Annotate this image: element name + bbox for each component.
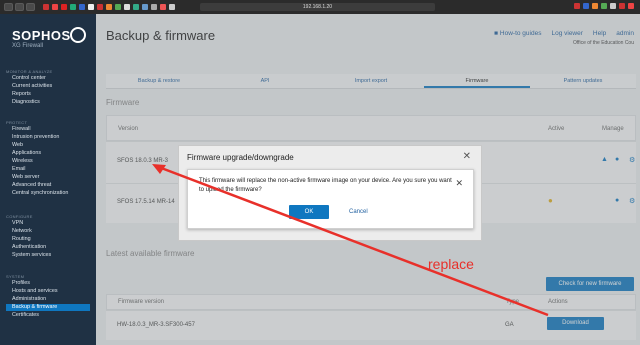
bookmark-icon[interactable] [97, 4, 103, 10]
section-protect: PROTECT [6, 120, 28, 125]
close-icon[interactable]: ✕ [463, 151, 471, 162]
bookmark-icon[interactable] [151, 4, 157, 10]
extension-icon[interactable] [628, 3, 634, 9]
sidebar-item-vpn[interactable]: VPN [12, 220, 96, 227]
bookmark-icon[interactable] [133, 4, 139, 10]
sidebar-item-hosts-services[interactable]: Hosts and services [12, 288, 96, 295]
annotation-label: replace [428, 256, 474, 272]
sidebar-item-central-sync[interactable]: Central synchronization [12, 190, 96, 197]
sidebar-toggle-button[interactable] [26, 3, 35, 11]
dialog-title: Firmware upgrade/downgrade [187, 153, 294, 162]
sidebar-item-administration[interactable]: Administration [12, 296, 96, 303]
bookmark-icon[interactable] [115, 4, 121, 10]
sidebar-item-network[interactable]: Network [12, 228, 96, 235]
bookmark-icon[interactable] [142, 4, 148, 10]
close-icon[interactable]: ✕ [455, 178, 463, 189]
sidebar: SOPHOS XG Firewall MONITOR & ANALYZE Con… [0, 14, 96, 345]
bookmark-bar [43, 4, 175, 10]
sidebar-item-profiles[interactable]: Profiles [12, 280, 96, 287]
bookmark-icon[interactable] [70, 4, 76, 10]
bookmark-icon[interactable] [169, 4, 175, 10]
bookmark-icon[interactable] [88, 4, 94, 10]
extension-icon[interactable] [574, 3, 580, 9]
extension-icon[interactable] [592, 3, 598, 9]
bookmark-icon[interactable] [106, 4, 112, 10]
sidebar-item-web-server[interactable]: Web server [12, 174, 96, 181]
section-monitor: MONITOR & ANALYZE [6, 69, 53, 74]
extension-icon[interactable] [583, 3, 589, 9]
sidebar-item-email[interactable]: Email [12, 166, 96, 173]
sidebar-item-authentication[interactable]: Authentication [12, 244, 96, 251]
section-system: SYSTEM [6, 274, 25, 279]
sidebar-item-system-services[interactable]: System services [12, 252, 96, 259]
section-configure: CONFIGURE [6, 214, 33, 219]
sidebar-item-control-center[interactable]: Control center [12, 75, 96, 82]
bookmark-icon[interactable] [61, 4, 67, 10]
bookmark-icon[interactable] [43, 4, 49, 10]
bookmark-icon[interactable] [79, 4, 85, 10]
sidebar-item-wireless[interactable]: Wireless [12, 158, 96, 165]
bookmark-icon[interactable] [160, 4, 166, 10]
sidebar-item-web[interactable]: Web [12, 142, 96, 149]
sophos-logo-icon [70, 27, 86, 43]
extension-icon[interactable] [601, 3, 607, 9]
sidebar-item-certificates[interactable]: Certificates [12, 312, 96, 319]
brand-logo: SOPHOS [12, 28, 71, 43]
extension-icon[interactable] [619, 3, 625, 9]
bookmark-icon[interactable] [124, 4, 130, 10]
extension-icons [574, 3, 634, 9]
cancel-button[interactable]: Cancel [349, 205, 368, 219]
extension-icon[interactable] [610, 3, 616, 9]
sidebar-item-routing[interactable]: Routing [12, 236, 96, 243]
sidebar-item-reports[interactable]: Reports [12, 91, 96, 98]
browser-toolbar: 192.168.1.20 [0, 0, 640, 14]
confirm-message: This firmware will replace the non-activ… [199, 178, 452, 193]
sidebar-item-current-activities[interactable]: Current activities [12, 83, 96, 90]
bookmark-icon[interactable] [52, 4, 58, 10]
sidebar-item-advanced-threat[interactable]: Advanced threat [12, 182, 96, 189]
address-bar[interactable]: 192.168.1.20 [200, 3, 435, 11]
ok-button[interactable]: OK [289, 205, 329, 219]
back-button[interactable] [4, 3, 13, 11]
sidebar-item-backup-firmware[interactable]: Backup & firmware [6, 304, 90, 311]
sidebar-item-intrusion-prevention[interactable]: Intrusion prevention [12, 134, 96, 141]
product-name: XG Firewall [12, 43, 44, 49]
sidebar-item-applications[interactable]: Applications [12, 150, 96, 157]
sidebar-item-diagnostics[interactable]: Diagnostics [12, 99, 96, 106]
forward-button[interactable] [15, 3, 24, 11]
sidebar-item-firewall[interactable]: Firewall [12, 126, 96, 133]
confirm-dialog: This firmware will replace the non-activ… [187, 169, 474, 229]
